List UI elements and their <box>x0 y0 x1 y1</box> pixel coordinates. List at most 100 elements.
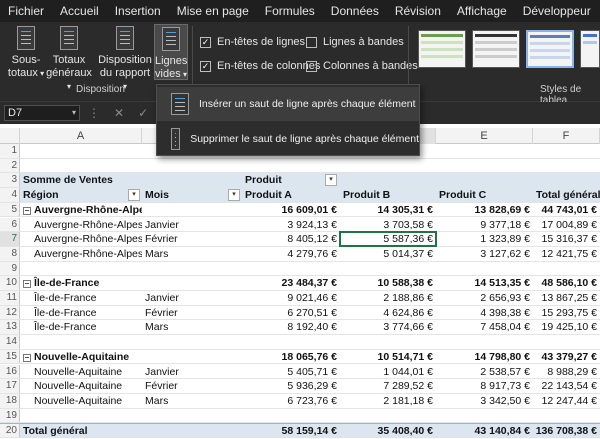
filter-dropdown-icon[interactable]: ▾ <box>325 174 337 187</box>
row-number[interactable]: 10 <box>0 276 20 290</box>
row-number[interactable]: 11 <box>0 291 20 305</box>
value-cell-pb[interactable]: 2 188,86 € <box>340 291 436 305</box>
value-cell-pa[interactable]: 5 405,71 € <box>242 365 340 379</box>
row-number[interactable]: 6 <box>0 217 20 232</box>
value-cell-tot[interactable]: 136 708,38 € <box>533 424 600 437</box>
value-cell-pa[interactable]: 58 159,14 € <box>242 424 340 437</box>
column-header-f[interactable]: F <box>533 128 600 144</box>
checkbox-row-headers[interactable]: ✓ En-têtes de lignes <box>200 36 305 48</box>
value-cell-pc[interactable]: 2 538,57 € <box>436 365 533 379</box>
select-all-corner[interactable] <box>0 128 20 144</box>
value-cell-pc[interactable]: 3 127,62 € <box>436 247 533 261</box>
region-cell[interactable]: Nouvelle-Aquitaine <box>20 394 142 408</box>
menu-item-3[interactable]: Mise en page <box>169 0 257 22</box>
region-cell[interactable]: Nouvelle-Aquitaine <box>20 365 142 379</box>
value-cell-pb[interactable]: 2 181,18 € <box>340 394 436 408</box>
value-cell-pc[interactable]: 7 458,04 € <box>436 320 533 334</box>
pivot-header-month[interactable]: Mois <box>142 188 242 202</box>
pivot-header-product-b[interactable]: Produit B <box>340 188 436 202</box>
row-number[interactable]: 3 <box>0 173 20 188</box>
checkbox-row-headers-box[interactable]: ✓ <box>200 36 211 48</box>
month-cell[interactable]: Mars <box>142 320 242 334</box>
menu-item-1[interactable]: Accueil <box>52 0 107 22</box>
checkbox-banded-columns[interactable]: Colonnes à bandes <box>306 60 418 72</box>
value-cell-pc[interactable]: 9 377,18 € <box>436 218 533 232</box>
pivot-header-product-c[interactable]: Produit C <box>436 188 533 202</box>
column-header-e[interactable]: E <box>436 128 533 144</box>
region-cell[interactable]: Île-de-France <box>20 291 142 305</box>
remove-blank-line-option[interactable]: Supprimer le saut de ligne après chaque … <box>157 122 419 156</box>
insert-blank-line-option[interactable]: Insérer un saut de ligne après chaque él… <box>157 87 419 121</box>
value-cell-tot[interactable]: 44 743,01 € <box>533 203 600 217</box>
row-number[interactable]: 12 <box>0 305 20 320</box>
value-cell-pc[interactable]: 4 398,38 € <box>436 306 533 320</box>
value-cell-pa[interactable]: 6 723,76 € <box>242 394 340 408</box>
menu-item-8[interactable]: Développeur <box>515 0 599 22</box>
region-cell[interactable]: − Nouvelle-Aquitaine <box>20 350 142 364</box>
value-cell-pb[interactable]: 3 774,66 € <box>340 320 436 334</box>
value-cell-pa[interactable]: 5 936,29 € <box>242 379 340 393</box>
row-number[interactable]: 19 <box>0 408 20 423</box>
table-style-thumbnail-selected[interactable] <box>526 30 574 68</box>
value-cell-tot[interactable]: 12 421,75 € <box>533 247 600 261</box>
value-cell-pb[interactable]: 1 044,01 € <box>340 365 436 379</box>
checkbox-column-headers[interactable]: ✓ En-têtes de colonnes <box>200 60 320 72</box>
value-cell-pb[interactable]: 7 289,52 € <box>340 379 436 393</box>
menu-item-2[interactable]: Insertion <box>107 0 169 22</box>
menu-item-6[interactable]: Révision <box>387 0 449 22</box>
value-cell-pc[interactable]: 14 798,80 € <box>436 350 533 364</box>
value-cell-pb[interactable]: 10 588,38 € <box>340 276 436 290</box>
value-cell-tot[interactable]: 15 316,37 € <box>533 232 600 246</box>
pivot-values-label[interactable]: Somme de Ventes <box>20 173 242 187</box>
value-cell-pa[interactable]: 9 021,46 € <box>242 291 340 305</box>
value-cell-tot[interactable]: 12 247,44 € <box>533 394 600 408</box>
value-cell-pc[interactable]: 8 917,73 € <box>436 379 533 393</box>
region-cell[interactable]: Île-de-France <box>20 306 142 320</box>
value-cell-pb[interactable]: 14 305,31 € <box>340 203 436 217</box>
value-cell-pa[interactable]: 3 924,13 € <box>242 218 340 232</box>
row-number[interactable]: 8 <box>0 246 20 261</box>
value-cell-pb[interactable]: 35 408,40 € <box>340 424 436 437</box>
value-cell-pa[interactable]: 23 484,37 € <box>242 276 340 290</box>
chevron-down-icon[interactable]: ▾ <box>72 106 76 120</box>
checkbox-column-headers-box[interactable]: ✓ <box>200 60 211 72</box>
row-number[interactable]: 4 <box>0 188 20 202</box>
more-options-icon[interactable]: ⋮ <box>88 106 100 120</box>
checkbox-banded-rows[interactable]: Lignes à bandes <box>306 36 404 48</box>
region-cell[interactable]: Auvergne-Rhône-Alpes <box>20 218 142 232</box>
region-cell[interactable]: Auvergne-Rhône-Alpes <box>20 247 142 261</box>
row-number[interactable]: 2 <box>0 158 20 173</box>
value-cell-tot[interactable]: 48 586,10 € <box>533 276 600 290</box>
table-style-thumbnail[interactable] <box>472 30 520 68</box>
name-box[interactable]: D7 ▾ <box>4 105 80 121</box>
report-layout-button[interactable]: Disposition du rapport ▾ <box>98 26 152 91</box>
row-number[interactable]: 17 <box>0 379 20 393</box>
value-cell-tot[interactable]: 17 004,89 € <box>533 218 600 232</box>
value-cell-pb[interactable]: 3 703,58 € <box>340 218 436 232</box>
value-cell-pa[interactable]: 4 279,76 € <box>242 247 340 261</box>
month-cell[interactable]: Février <box>142 306 242 320</box>
row-number[interactable]: 1 <box>0 144 20 158</box>
grand-totals-button[interactable]: Totaux généraux ▾ <box>46 26 92 91</box>
checkbox-banded-columns-box[interactable] <box>306 60 317 72</box>
menu-item-4[interactable]: Formules <box>257 0 323 22</box>
row-number[interactable]: 18 <box>0 393 20 408</box>
month-cell[interactable]: Février <box>142 232 242 246</box>
column-header-a[interactable]: A <box>20 128 142 144</box>
row-number[interactable]: 16 <box>0 364 20 379</box>
row-number[interactable]: 13 <box>0 320 20 335</box>
value-cell-tot[interactable]: 8 988,29 € <box>533 365 600 379</box>
month-cell[interactable]: Janvier <box>142 365 242 379</box>
value-cell-pc[interactable]: 3 342,50 € <box>436 394 533 408</box>
value-cell-tot[interactable]: 13 867,25 € <box>533 291 600 305</box>
enter-icon[interactable]: ✓ <box>138 106 148 120</box>
month-cell[interactable]: Février <box>142 379 242 393</box>
row-number[interactable]: 5 <box>0 202 20 217</box>
pivot-header-product-a[interactable]: Produit A <box>242 188 340 202</box>
value-cell-pa[interactable]: 16 609,01 € <box>242 203 340 217</box>
value-cell-pc[interactable]: 1 323,89 € <box>436 232 533 246</box>
month-cell[interactable]: Janvier <box>142 291 242 305</box>
row-number[interactable]: 9 <box>0 261 20 276</box>
month-cell[interactable]: Mars <box>142 247 242 261</box>
value-cell-pb[interactable]: 5 014,37 € <box>340 247 436 261</box>
